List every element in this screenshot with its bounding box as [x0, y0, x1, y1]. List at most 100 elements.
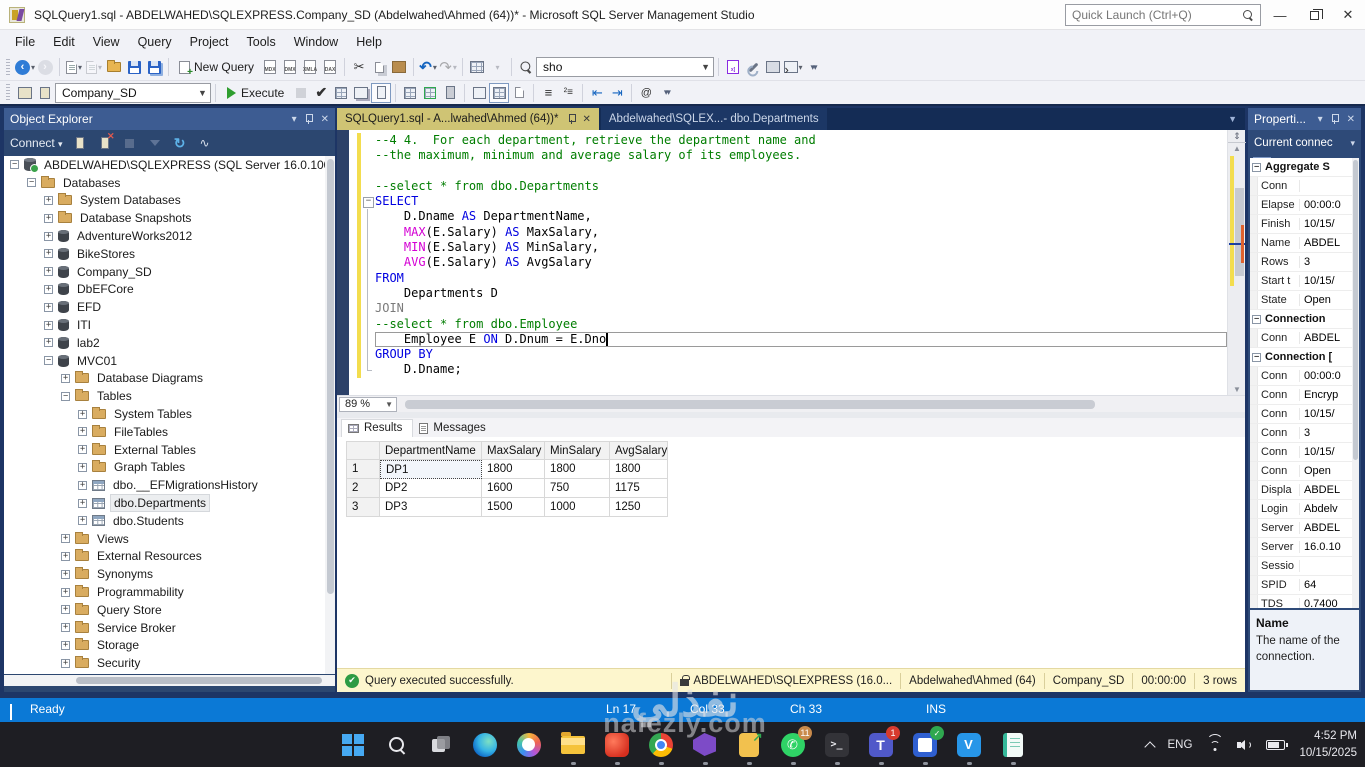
grid-cell[interactable]: DP1 — [380, 460, 482, 479]
tree-item[interactable]: + System Databases — [4, 192, 335, 210]
tree-item[interactable]: + Graph Tables — [4, 459, 335, 477]
column-header[interactable]: MaxSalary — [482, 441, 545, 460]
decrease-indent-button[interactable]: ⇤ — [587, 83, 607, 103]
property-value[interactable]: Open — [1300, 294, 1331, 306]
property-row[interactable]: Conn 3 — [1250, 424, 1359, 443]
collapse-icon[interactable]: − — [1252, 162, 1261, 172]
property-value[interactable]: 10/15/ — [1300, 218, 1335, 230]
query-options-button[interactable] — [351, 83, 371, 103]
grid-cell[interactable]: 1600 — [482, 479, 545, 498]
scroll-down-icon[interactable]: ▼ — [1228, 385, 1246, 394]
property-row[interactable]: Server ABDEL — [1250, 519, 1359, 538]
collapse-icon[interactable]: − — [27, 178, 36, 188]
row-number[interactable]: 2 — [346, 479, 380, 498]
close-button[interactable]: ✕ — [1331, 0, 1365, 30]
property-row[interactable]: Conn Open — [1250, 462, 1359, 481]
expand-icon[interactable]: + — [61, 552, 70, 561]
phone-link-icon[interactable] — [735, 730, 763, 765]
expand-icon[interactable]: + — [44, 303, 53, 312]
collapse-icon[interactable]: − — [1252, 352, 1261, 362]
grid-cell[interactable]: 750 — [545, 479, 610, 498]
comment-selection-button[interactable]: ≡ — [538, 83, 558, 103]
expand-icon[interactable]: + — [61, 641, 70, 650]
open-file-button[interactable] — [104, 57, 124, 77]
new-xmla-query-button[interactable]: XMLA — [300, 57, 320, 77]
navigate-forward-button[interactable]: › — [35, 57, 55, 77]
property-row[interactable]: Conn Encryp — [1250, 386, 1359, 405]
expand-icon[interactable]: + — [78, 498, 87, 508]
code-line[interactable]: --select * from dbo.Departments — [349, 178, 1227, 195]
code-line[interactable]: JOIN — [349, 301, 1227, 317]
editor-vscrollbar[interactable]: ⇕ ▲ ▼ — [1227, 130, 1246, 395]
connect-button[interactable]: Connect ▾ — [10, 136, 63, 150]
grid-cell[interactable]: 1000 — [545, 498, 610, 517]
tab-sqlquery1[interactable]: SQLQuery1.sql - A...lwahed\Ahmed (64))* … — [337, 108, 599, 130]
property-row[interactable]: Server 16.0.10 — [1250, 538, 1359, 557]
tree-item[interactable]: + BikeStores — [4, 245, 335, 263]
toolbar-overflow-2[interactable]: ▾▾ — [656, 83, 676, 103]
connect-database-icon[interactable] — [15, 83, 35, 103]
include-client-statistics-button[interactable] — [440, 83, 460, 103]
property-value[interactable]: 3 — [1300, 427, 1310, 439]
include-actual-plan-button[interactable] — [400, 83, 420, 103]
increase-indent-button[interactable]: ⇥ — [607, 83, 627, 103]
property-row[interactable]: Conn ABDEL — [1250, 329, 1359, 348]
expand-icon[interactable]: + — [78, 427, 87, 437]
expand-icon[interactable]: + — [44, 196, 53, 205]
expand-icon[interactable]: + — [44, 320, 53, 330]
tree-item[interactable]: − ABDELWAHED\SQLEXPRESS (SQL Server 16.0.… — [4, 156, 335, 174]
code-line[interactable] — [349, 163, 1227, 179]
code-line[interactable]: D.Dname; — [349, 362, 1227, 378]
tree-item[interactable]: + External Resources — [4, 548, 335, 566]
code-line[interactable]: MAX(E.Salary) AS MaxSalary, — [349, 224, 1227, 241]
copilot-icon[interactable] — [515, 731, 542, 758]
menu-window[interactable]: Window — [285, 32, 347, 52]
property-row[interactable]: Conn 00:00:0 — [1250, 367, 1359, 386]
red-app-icon[interactable] — [603, 731, 630, 765]
menu-tools[interactable]: Tools — [238, 32, 285, 52]
language-indicator[interactable]: ENG — [1168, 739, 1193, 751]
expand-icon[interactable]: + — [61, 374, 70, 383]
property-row[interactable]: Finish 10/15/ — [1250, 215, 1359, 234]
row-number[interactable]: 3 — [346, 498, 380, 517]
new-mdx-query-button[interactable]: MDX — [260, 57, 280, 77]
code-line[interactable]: GROUP BY — [349, 347, 1227, 363]
whatsapp-icon[interactable]: 11 — [779, 726, 812, 765]
tree-item[interactable]: + Query Store — [4, 601, 335, 619]
new-dax-query-button[interactable]: DAX — [320, 57, 340, 77]
column-header[interactable]: AvgSalary — [610, 441, 668, 460]
close-icon[interactable]: ✕ — [321, 114, 329, 125]
code-line[interactable]: AVG(E.Salary) AS AvgSalary — [349, 255, 1227, 271]
redo-button[interactable]: ↷ ▾ — [438, 57, 458, 77]
expand-icon[interactable]: + — [61, 534, 70, 544]
tree-item[interactable]: + dbo.Departments — [4, 494, 335, 513]
menu-help[interactable]: Help — [347, 32, 391, 52]
expand-icon[interactable]: + — [61, 569, 70, 579]
expand-icon[interactable]: + — [78, 445, 87, 455]
grid-cell[interactable]: 1175 — [610, 479, 668, 498]
tree-item[interactable]: + Database Snapshots — [4, 209, 335, 227]
close-icon[interactable]: ✕ — [1347, 114, 1355, 125]
property-row[interactable]: Name ABDEL — [1250, 234, 1359, 253]
code-line[interactable]: MIN(E.Salary) AS MinSalary, — [349, 240, 1227, 256]
pin-icon[interactable] — [305, 113, 313, 125]
code-line[interactable]: FROM — [349, 270, 1227, 287]
toolbar-grip[interactable] — [6, 58, 10, 76]
property-row[interactable]: Start t 10/15/ — [1250, 272, 1359, 291]
results-to-file-button[interactable] — [509, 83, 529, 103]
toolbar-overflow[interactable]: ▾▾ — [803, 57, 823, 77]
tab-list-chevron-icon[interactable]: ▼ — [1228, 114, 1245, 124]
intellisense-toggle-button[interactable] — [371, 82, 392, 103]
pin-icon[interactable] — [1331, 113, 1339, 125]
scroll-up-icon[interactable]: ▲ — [1228, 144, 1246, 153]
quick-launch-input[interactable]: Quick Launch (Ctrl+Q) — [1065, 4, 1261, 26]
new-file-button[interactable]: ▾ — [64, 57, 84, 77]
add-item-button[interactable]: ▾ — [84, 57, 104, 77]
editor-hscrollbar[interactable] — [405, 399, 1095, 409]
property-value[interactable]: 00:00:0 — [1300, 370, 1341, 382]
property-value[interactable]: 3 — [1300, 256, 1310, 268]
new-query-button[interactable]: New Query — [173, 60, 260, 78]
expand-icon[interactable]: + — [44, 249, 53, 259]
tree-item[interactable]: + Service Broker — [4, 619, 335, 637]
expand-icon[interactable]: + — [44, 214, 53, 223]
